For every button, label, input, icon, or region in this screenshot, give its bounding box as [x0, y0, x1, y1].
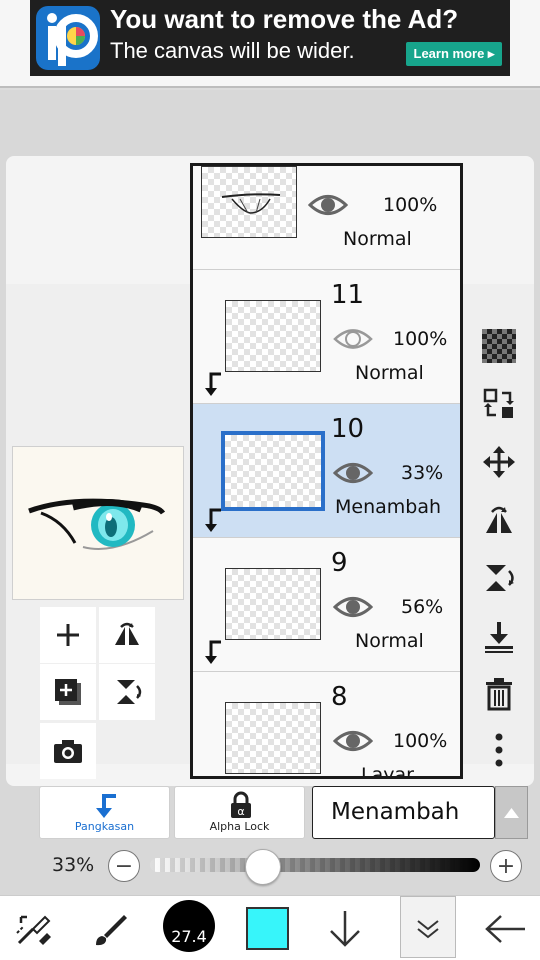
swap-layers-icon	[483, 388, 514, 418]
ad-banner[interactable]: You want to remove the Ad? The canvas wi…	[30, 0, 510, 76]
ibispaint-logo-icon	[36, 6, 100, 70]
layer-panel-toggle-button[interactable]	[400, 896, 456, 958]
transparency-button[interactable]	[470, 324, 528, 368]
layer-blend-mode: Menambah	[335, 496, 442, 518]
ad-subtitle: The canvas will be wider.	[110, 38, 355, 63]
layer-number: 8	[331, 682, 348, 712]
flip-horizontal-icon	[115, 622, 139, 645]
layer-opacity: 33%	[401, 462, 444, 484]
layer-thumbnail[interactable]	[225, 702, 321, 774]
layer-blend-mode: Layar	[361, 764, 414, 779]
brush-size-button[interactable]: 27.4	[163, 900, 215, 952]
delete-layer-button[interactable]	[470, 672, 528, 716]
visibility-eye-icon[interactable]	[333, 326, 373, 352]
layer-row-selected[interactable]: 10 33% Menambah	[193, 404, 460, 538]
layer-number: 11	[331, 280, 365, 310]
flip-horizontal-button[interactable]	[470, 498, 528, 542]
blend-mode-select[interactable]: Menambah	[312, 786, 495, 839]
layer-thumbnail[interactable]	[225, 300, 321, 372]
flip-horizontal-icon	[486, 506, 512, 533]
layer-thumbnail[interactable]	[201, 166, 297, 238]
flip-layer-horizontal-button[interactable]	[99, 607, 155, 663]
clipping-label: Pangkasan	[74, 820, 135, 833]
arrow-down-icon	[330, 910, 360, 947]
flip-vertical-icon	[486, 565, 514, 591]
ad-title: You want to remove the Ad?	[110, 4, 459, 34]
minus-icon: −	[114, 853, 134, 879]
blend-mode-dropdown-button[interactable]	[495, 786, 528, 839]
alpha-lock-label: Alpha Lock	[209, 820, 270, 833]
layer-number: 10	[331, 414, 365, 444]
camera-icon	[54, 740, 82, 763]
learn-more-button[interactable]: Learn more ▸	[406, 42, 502, 66]
merge-down-button[interactable]	[470, 614, 528, 658]
opacity-increase-button[interactable]: +	[490, 850, 522, 882]
clipping-arrow-icon	[205, 508, 221, 532]
brush-tool-button[interactable]	[80, 896, 140, 960]
layer-row[interactable]: 12 100% Normal	[193, 166, 460, 270]
merge-down-icon	[485, 622, 513, 653]
alpha-lock-icon: α	[231, 791, 251, 818]
alpha-lock-button[interactable]: α Alpha Lock	[174, 786, 305, 839]
clipping-icon	[96, 794, 116, 818]
eye-drawing-preview	[28, 498, 166, 550]
transform-tool-icon	[15, 915, 51, 945]
swap-layer-button[interactable]	[470, 382, 528, 426]
opacity-decrease-button[interactable]: −	[108, 850, 140, 882]
flip-layer-vertical-button[interactable]	[99, 664, 155, 720]
undo-down-button[interactable]	[310, 896, 380, 960]
add-fill-layer-icon	[55, 679, 81, 705]
brush-icon	[96, 914, 127, 945]
visibility-eye-icon[interactable]	[333, 594, 373, 620]
visibility-eye-icon[interactable]	[333, 460, 373, 486]
clipping-arrow-icon	[205, 372, 221, 396]
camera-button[interactable]	[40, 723, 96, 779]
layer-opacity: 100%	[393, 328, 448, 350]
caret-up-icon	[504, 808, 519, 818]
add-layer-button[interactable]	[40, 607, 96, 663]
clipping-arrow-icon	[205, 640, 221, 664]
layer-tools-toolbar	[470, 318, 528, 778]
clipping-button[interactable]: Pangkasan	[39, 786, 170, 839]
flip-vertical-icon	[117, 680, 142, 704]
layer-number: 9	[331, 548, 348, 578]
layer-opacity: 100%	[393, 730, 448, 752]
flip-vertical-button[interactable]	[470, 556, 528, 600]
layer-opacity: 56%	[401, 596, 444, 618]
move-icon	[483, 446, 515, 478]
svg-text:α: α	[237, 805, 244, 818]
move-button[interactable]	[470, 440, 528, 484]
canvas-preview[interactable]	[12, 446, 184, 600]
layer-blend-mode: Normal	[355, 630, 424, 652]
visibility-eye-icon[interactable]	[333, 728, 373, 754]
layer-row[interactable]: 8 100% Layar	[193, 672, 460, 779]
brush-size-value: 27.4	[171, 927, 207, 946]
visibility-eye-icon[interactable]	[308, 192, 348, 218]
opacity-slider-handle[interactable]	[245, 849, 281, 885]
layer-row[interactable]: 11 100% Normal	[193, 270, 460, 404]
plus-icon: +	[496, 853, 516, 879]
back-button[interactable]	[470, 896, 540, 960]
layer-blend-mode: Normal	[355, 362, 424, 384]
add-fill-layer-button[interactable]	[40, 664, 96, 720]
checker-transparency-icon	[482, 329, 516, 363]
layer-thumbnail[interactable]	[225, 568, 321, 640]
layer-blend-mode: Normal	[343, 228, 412, 250]
add-layer-icon	[57, 624, 79, 646]
arrow-left-icon	[485, 914, 525, 943]
trash-icon	[486, 678, 512, 711]
layer-opacity: 100%	[383, 194, 438, 216]
color-swatch-button[interactable]	[246, 907, 289, 950]
more-icon	[495, 733, 503, 767]
double-chevron-down-icon	[417, 920, 439, 939]
layer-list[interactable]: 12 100% Normal 11 100% Normal 10 33% Men…	[190, 163, 463, 779]
more-options-button[interactable]	[470, 728, 528, 772]
opacity-value: 33%	[52, 854, 95, 876]
opacity-slider-track[interactable]	[150, 858, 480, 872]
layer-thumbnail[interactable]	[221, 431, 325, 511]
layer-row[interactable]: 9 56% Normal	[193, 538, 460, 672]
tool-select-button[interactable]	[0, 896, 65, 960]
